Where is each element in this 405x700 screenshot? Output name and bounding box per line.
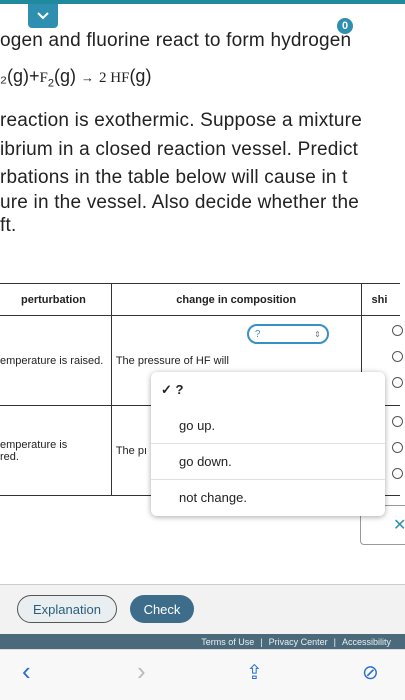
header-change: change in composition (110, 283, 362, 316)
share-icon[interactable]: ⇪ (246, 660, 263, 685)
equation-phase: (g) (53, 66, 76, 86)
shift-radio[interactable] (392, 442, 403, 453)
dropdown-option-not-change[interactable]: not change. (151, 490, 385, 505)
legal-separator: | (260, 636, 263, 647)
select-arrows-icon: ⇕ (314, 329, 321, 339)
select-dropdown-menu: ✓ ? go up. go down. not change. (151, 372, 385, 516)
chevron-down-icon (37, 12, 49, 20)
shift-radio[interactable] (392, 377, 403, 388)
collapse-toggle[interactable] (28, 4, 58, 28)
header-perturbation: perturbation (0, 283, 112, 316)
select-value: ? (254, 328, 261, 340)
top-accent-bar (0, 0, 405, 4)
question-text-line-5: rbations in the table below will cause i… (0, 167, 348, 188)
compass-icon[interactable]: ⊘ (362, 660, 379, 685)
perturbation-cell: emperature is red. (0, 405, 112, 496)
dropdown-selected-option[interactable]: ✓ ? (161, 382, 361, 398)
legal-separator: | (333, 636, 336, 647)
change-select[interactable]: ? ⇕ (246, 324, 329, 344)
equation-product: 2 HF (99, 70, 130, 86)
dropdown-option-go-down[interactable]: go down. (151, 454, 385, 469)
dropdown-divider (151, 443, 385, 444)
browser-toolbar (0, 649, 405, 700)
header-shift: shi (360, 283, 400, 316)
perturbation-cell: emperature is raised. (0, 315, 112, 406)
check-button[interactable]: Check (130, 595, 194, 623)
question-text-line-1: ogen and fluorine react to form hydrogen (0, 30, 352, 51)
question-text-line-4: ibrium in a closed reaction vessel. Pred… (0, 139, 359, 160)
equation-species: F (39, 70, 48, 86)
back-icon[interactable]: ‹ (22, 656, 31, 687)
chemical-equation: ₂(g)+F2(g) → 2 HF(g) (0, 66, 151, 90)
change-prefix: The pı (115, 444, 147, 457)
forward-icon[interactable]: › (137, 656, 146, 687)
dropdown-option-go-up[interactable]: go up. (151, 418, 385, 433)
legal-links-bar: Terms of Use | Privacy Center | Accessib… (0, 634, 405, 649)
privacy-link[interactable]: Privacy Center (269, 637, 328, 647)
shift-radio[interactable] (392, 468, 403, 479)
dropdown-divider (151, 479, 385, 480)
shift-radio[interactable] (392, 325, 403, 336)
close-icon: ✕ (393, 517, 405, 534)
terms-link[interactable]: Terms of Use (201, 637, 254, 647)
equation-product-phase: (g) (129, 66, 152, 86)
question-text-line-6: ure in the vessel. Also decide whether t… (0, 192, 360, 213)
question-text-line-7: ft. (0, 215, 17, 236)
shift-radio[interactable] (392, 351, 403, 362)
accessibility-link[interactable]: Accessibility (342, 637, 391, 647)
reaction-arrow: → (80, 70, 94, 85)
change-prefix: The pressure of HF will (115, 354, 229, 367)
equation-left: ₂(g)+ (0, 66, 40, 86)
shift-radio[interactable] (392, 416, 403, 427)
question-text-line-3: reaction is exothermic. Suppose a mixtur… (0, 110, 362, 131)
explanation-button[interactable]: Explanation (17, 595, 117, 623)
